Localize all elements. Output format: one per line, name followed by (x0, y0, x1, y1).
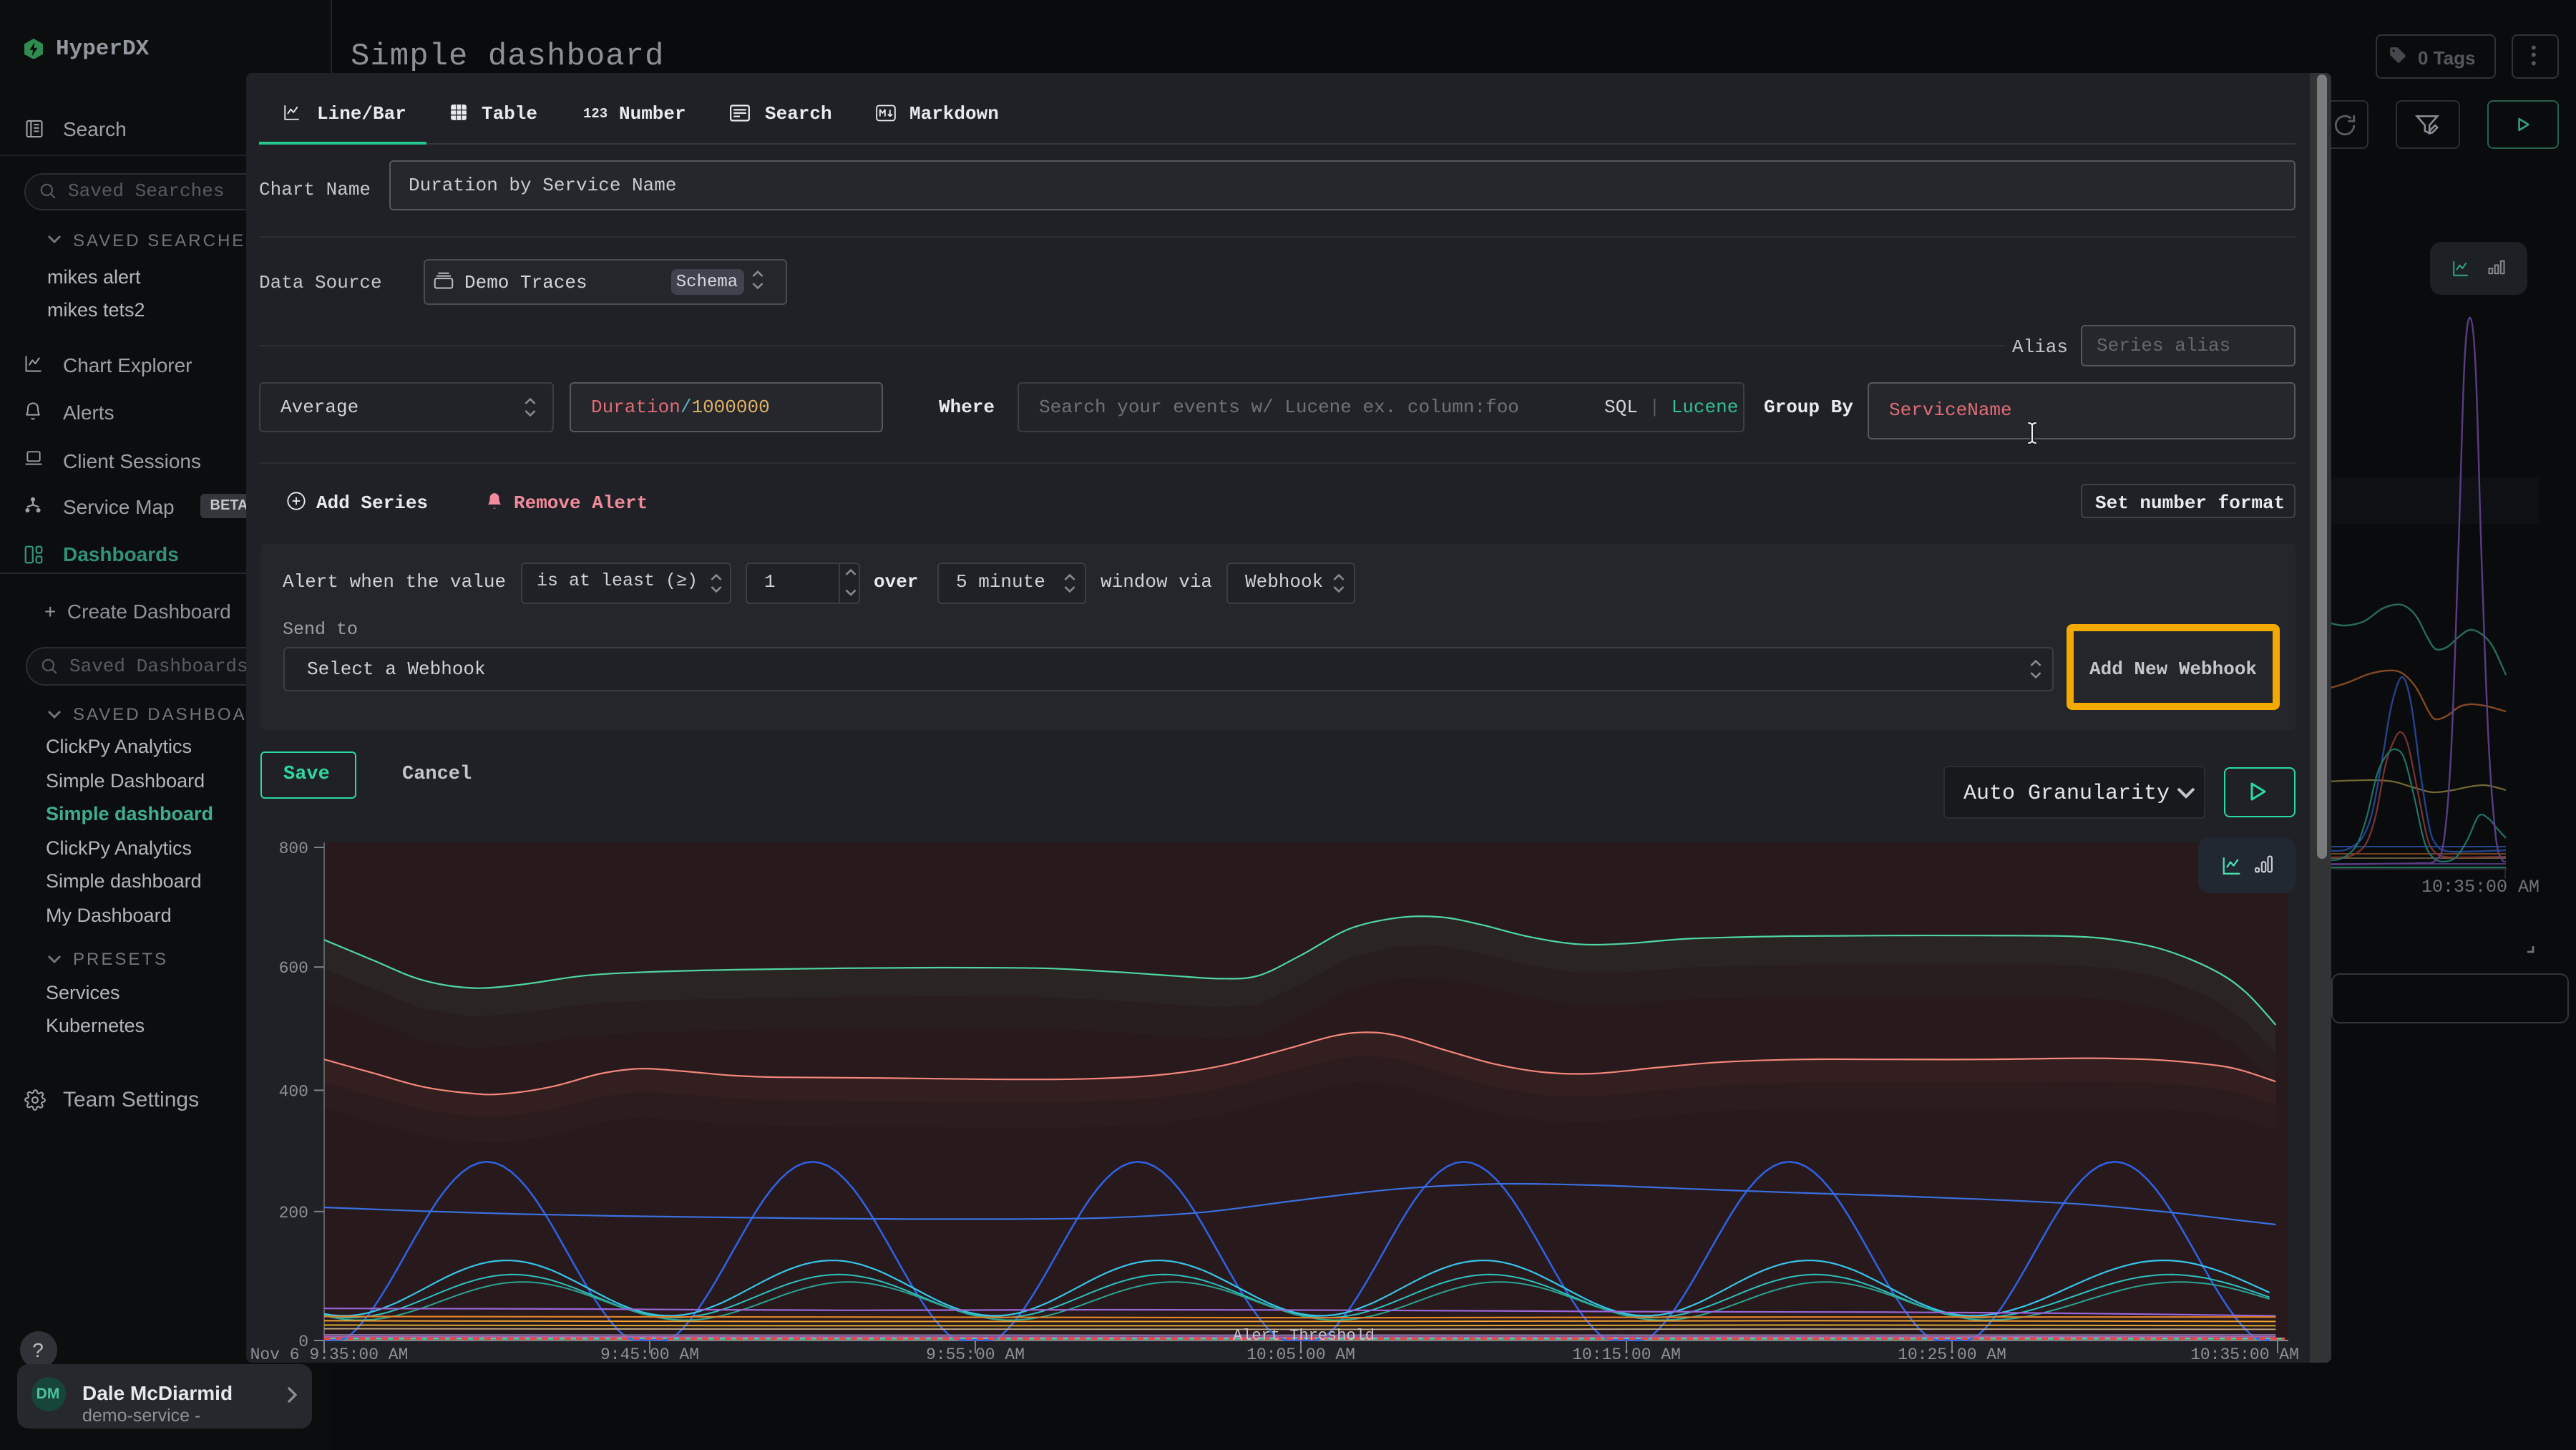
svg-text:10:05:00 AM: 10:05:00 AM (1246, 1346, 1355, 1364)
svg-text:200: 200 (279, 1204, 308, 1222)
svg-text:600: 600 (279, 959, 308, 978)
svg-text:10:35:00 AM: 10:35:00 AM (2190, 1346, 2299, 1364)
svg-text:9:55:00 AM: 9:55:00 AM (926, 1346, 1025, 1364)
svg-text:Nov 6 9:35:00 AM: Nov 6 9:35:00 AM (250, 1346, 409, 1364)
svg-text:10:25:00 AM: 10:25:00 AM (1898, 1346, 2006, 1364)
svg-text:Alert Threshold: Alert Threshold (1233, 1327, 1375, 1345)
svg-text:800: 800 (279, 840, 308, 858)
svg-text:400: 400 (279, 1082, 308, 1101)
svg-text:10:15:00 AM: 10:15:00 AM (1572, 1346, 1681, 1364)
svg-text:9:45:00 AM: 9:45:00 AM (600, 1346, 699, 1364)
